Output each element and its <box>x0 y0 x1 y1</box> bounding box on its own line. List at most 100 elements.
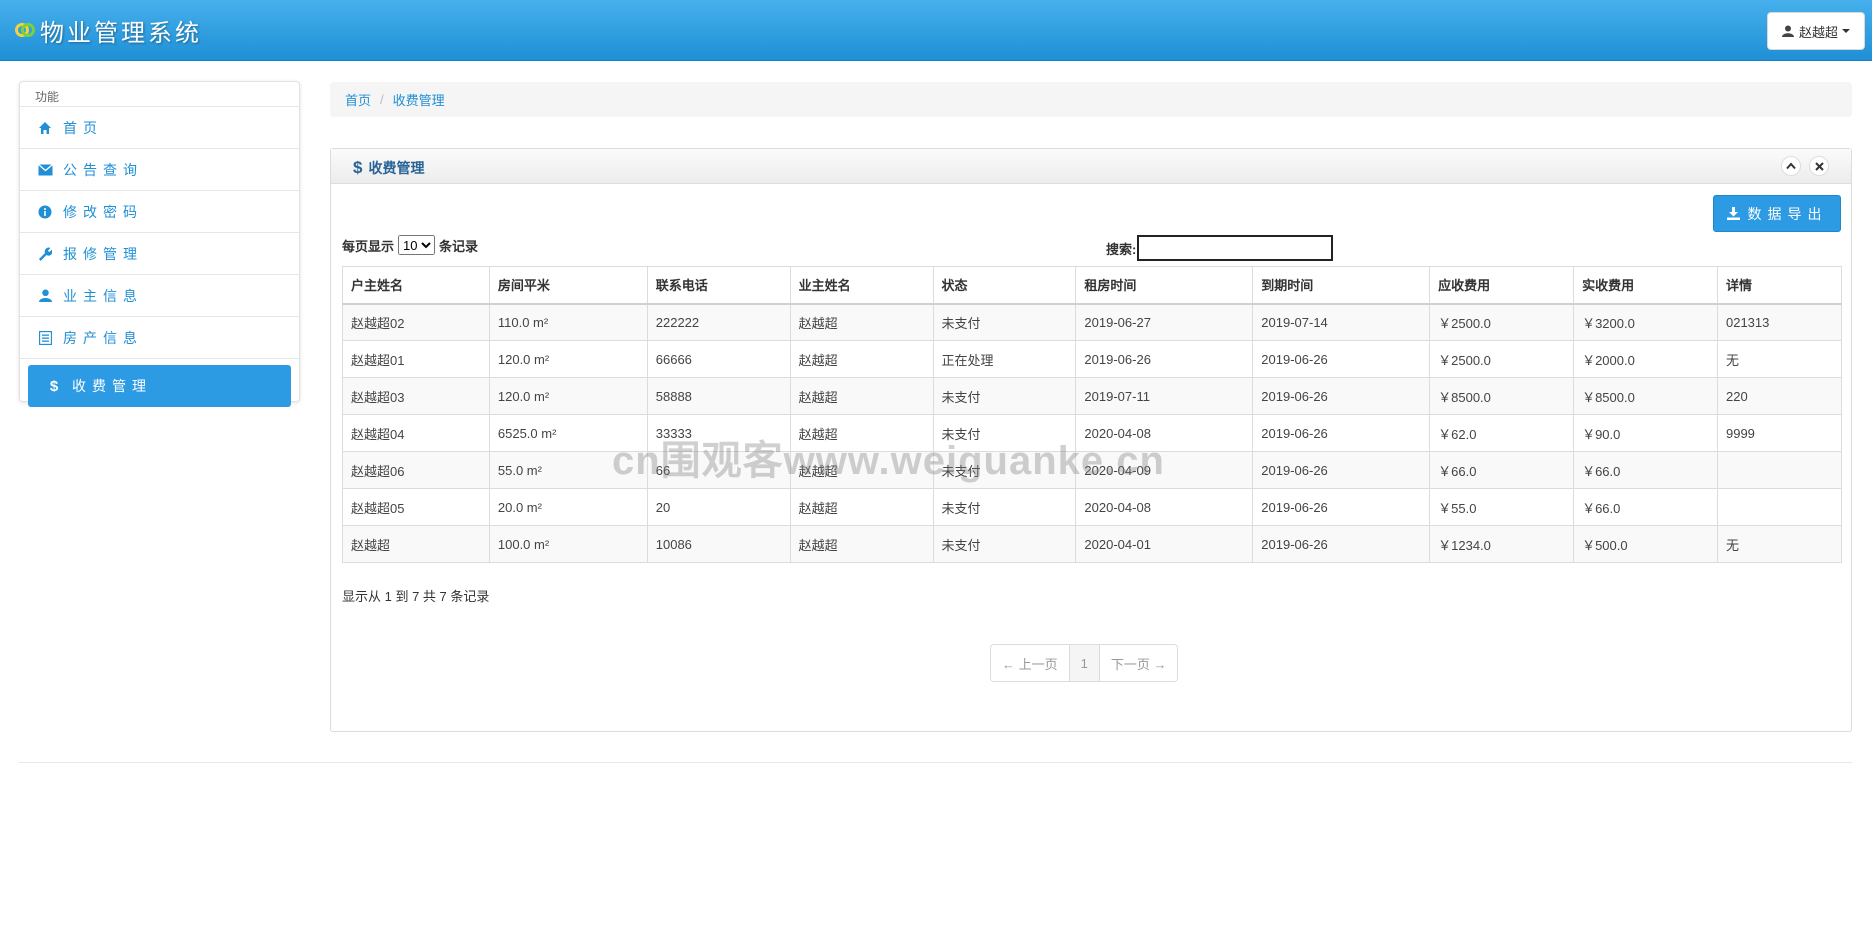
table-cell: ￥3200.0 <box>1573 303 1718 341</box>
table-cell: 2019-07-11 <box>1075 377 1254 415</box>
wrench-icon <box>37 247 53 261</box>
watermark: cn围观客www.weiguanke.cn <box>612 439 1165 483</box>
pagination: ← 上一页 1 下一页 → <box>990 644 1179 682</box>
brand[interactable]: 物业管理系统 <box>14 12 202 48</box>
column-header[interactable]: 到期时间 <box>1252 266 1431 305</box>
table-cell: ￥55.0 <box>1429 488 1575 526</box>
table-cell <box>1716 451 1843 489</box>
user-name: 赵越超 <box>1798 24 1838 40</box>
table-cell: 220 <box>1716 377 1843 415</box>
column-header[interactable]: 状态 <box>932 266 1077 305</box>
panel-title: $ 收费管理 <box>353 158 425 177</box>
envelope-icon <box>37 163 53 176</box>
table-cell: 2019-07-14 <box>1252 303 1431 341</box>
user-menu-button[interactable]: 赵越超 <box>1766 12 1865 50</box>
page-length-select[interactable]: 10 <box>398 235 436 255</box>
sidebar-item-notice[interactable]: 公告查询 <box>20 149 299 191</box>
panel-header: $ 收费管理 <box>331 149 1851 184</box>
table-cell: 正在处理 <box>932 340 1077 378</box>
table-cell: 赵越超01 <box>342 340 490 378</box>
table-cell: 无 <box>1716 340 1843 378</box>
sidebar-item-label: 报修管理 <box>63 245 143 262</box>
table-cell: 120.0 m² <box>488 340 648 378</box>
dollar-icon: $ <box>49 377 59 395</box>
user-icon <box>1781 25 1794 37</box>
app-title: 物业管理系统 <box>40 18 202 47</box>
column-header[interactable]: 户主姓名 <box>342 266 490 305</box>
next-page-button[interactable]: 下一页 → <box>1099 645 1178 681</box>
column-header[interactable]: 详情 <box>1716 266 1843 305</box>
table-cell: 66666 <box>646 340 791 378</box>
sidebar-item-label: 房产信息 <box>63 329 143 346</box>
dollar-icon: $ <box>353 158 363 177</box>
breadcrumb-home-link[interactable]: 首页 <box>345 90 371 109</box>
prev-page-button[interactable]: ← 上一页 <box>991 645 1069 681</box>
breadcrumb-current[interactable]: 收费管理 <box>393 90 445 109</box>
table-cell: 100.0 m² <box>488 525 648 563</box>
table-cell: 无 <box>1716 525 1843 563</box>
table-cell: 未支付 <box>932 525 1077 563</box>
search-input[interactable] <box>1137 235 1334 261</box>
breadcrumb: 首页 / 收费管理 <box>330 82 1852 117</box>
footer-divider <box>19 762 1852 763</box>
search-label: 搜索: <box>1106 241 1137 257</box>
table-cell: 222222 <box>646 303 791 341</box>
sidebar-item-label: 修改密码 <box>63 203 143 220</box>
chevron-up-icon <box>1786 162 1796 170</box>
table-cell: 110.0 m² <box>488 303 648 341</box>
collapse-button[interactable] <box>1781 156 1801 176</box>
table-cell: 2019-06-26 <box>1252 377 1431 415</box>
sidebar-item-home[interactable]: 首页 <box>20 107 299 149</box>
sidebar-item-password[interactable]: 修改密码 <box>20 191 299 233</box>
table-cell: 58888 <box>646 377 791 415</box>
table-cell <box>1716 488 1843 526</box>
column-header[interactable]: 联系电话 <box>646 266 791 305</box>
table-cell: 2019-06-26 <box>1252 451 1431 489</box>
table-cell: 未支付 <box>932 488 1077 526</box>
export-data-button[interactable]: 数据导出 <box>1713 195 1841 232</box>
sidebar-item-repair[interactable]: 报修管理 <box>20 233 299 275</box>
info-icon <box>37 205 53 219</box>
table-cell: 2020-04-08 <box>1075 488 1254 526</box>
user-icon <box>37 289 53 302</box>
table-row[interactable]: 赵越超 100.0 m² 10086 赵越超 未支付 2020-04-01 2019-06-… <box>342 525 1843 563</box>
table-cell: 未支付 <box>932 377 1077 415</box>
sidebar-item-label: 业主信息 <box>63 287 143 304</box>
search-control: 搜索: <box>1106 235 1334 261</box>
column-header[interactable]: 实收费用 <box>1573 266 1718 305</box>
column-header[interactable]: 房间平米 <box>488 266 648 305</box>
table-cell: ￥90.0 <box>1573 414 1718 452</box>
sidebar-item-label: 公告查询 <box>63 161 143 178</box>
column-header[interactable]: 应收费用 <box>1429 266 1575 305</box>
close-button[interactable] <box>1809 156 1829 176</box>
table-row[interactable]: 赵越超01 120.0 m² 66666 赵越超 正在处理 2019-06-26 2019-… <box>342 340 1843 378</box>
download-icon <box>1726 207 1740 220</box>
table-cell: 2019-06-27 <box>1075 303 1254 341</box>
sidebar-item-billing[interactable]: $ 收费管理 <box>28 365 291 407</box>
sidebar-item-label: 收费管理 <box>72 378 152 394</box>
home-icon <box>37 121 53 135</box>
sidebar-item-label: 首页 <box>63 119 103 136</box>
table-row[interactable]: 赵越超03 120.0 m² 58888 赵越超 未支付 2019-07-11 2019-0… <box>342 377 1843 415</box>
sidebar-item-property[interactable]: 房产信息 <box>20 317 299 359</box>
sidebar-item-owner[interactable]: 业主信息 <box>20 275 299 317</box>
table-row[interactable]: 赵越超05 20.0 m² 20 赵越超 未支付 2020-04-08 2019-06-26… <box>342 488 1843 526</box>
table-cell: 赵越超 <box>789 303 934 341</box>
billing-table: 户主姓名 房间平米 联系电话 业主姓名 状态 租房时间 到期时间 应收费用 实收费用 详情 赵越超… <box>342 266 1843 563</box>
panel-tools <box>1781 156 1829 176</box>
table-row[interactable]: 赵越超02 110.0 m² 222222 赵越超 未支付 2019-06-27 2019-… <box>342 303 1843 341</box>
column-header[interactable]: 租房时间 <box>1075 266 1254 305</box>
page-number-button[interactable]: 1 <box>1068 645 1100 681</box>
table-cell: 2020-04-01 <box>1075 525 1254 563</box>
table-cell: 赵越超05 <box>342 488 490 526</box>
table-cell: 赵越超 <box>789 340 934 378</box>
table-cell: 赵越超 <box>789 377 934 415</box>
table-cell: 2019-06-26 <box>1252 488 1431 526</box>
table-cell: ￥62.0 <box>1429 414 1575 452</box>
table-cell: ￥8500.0 <box>1429 377 1575 415</box>
table-cell: 赵越超06 <box>342 451 490 489</box>
table-cell: ￥66.0 <box>1573 488 1718 526</box>
table-cell: 赵越超02 <box>342 303 490 341</box>
column-header[interactable]: 业主姓名 <box>789 266 934 305</box>
table-cell: 20 <box>646 488 791 526</box>
